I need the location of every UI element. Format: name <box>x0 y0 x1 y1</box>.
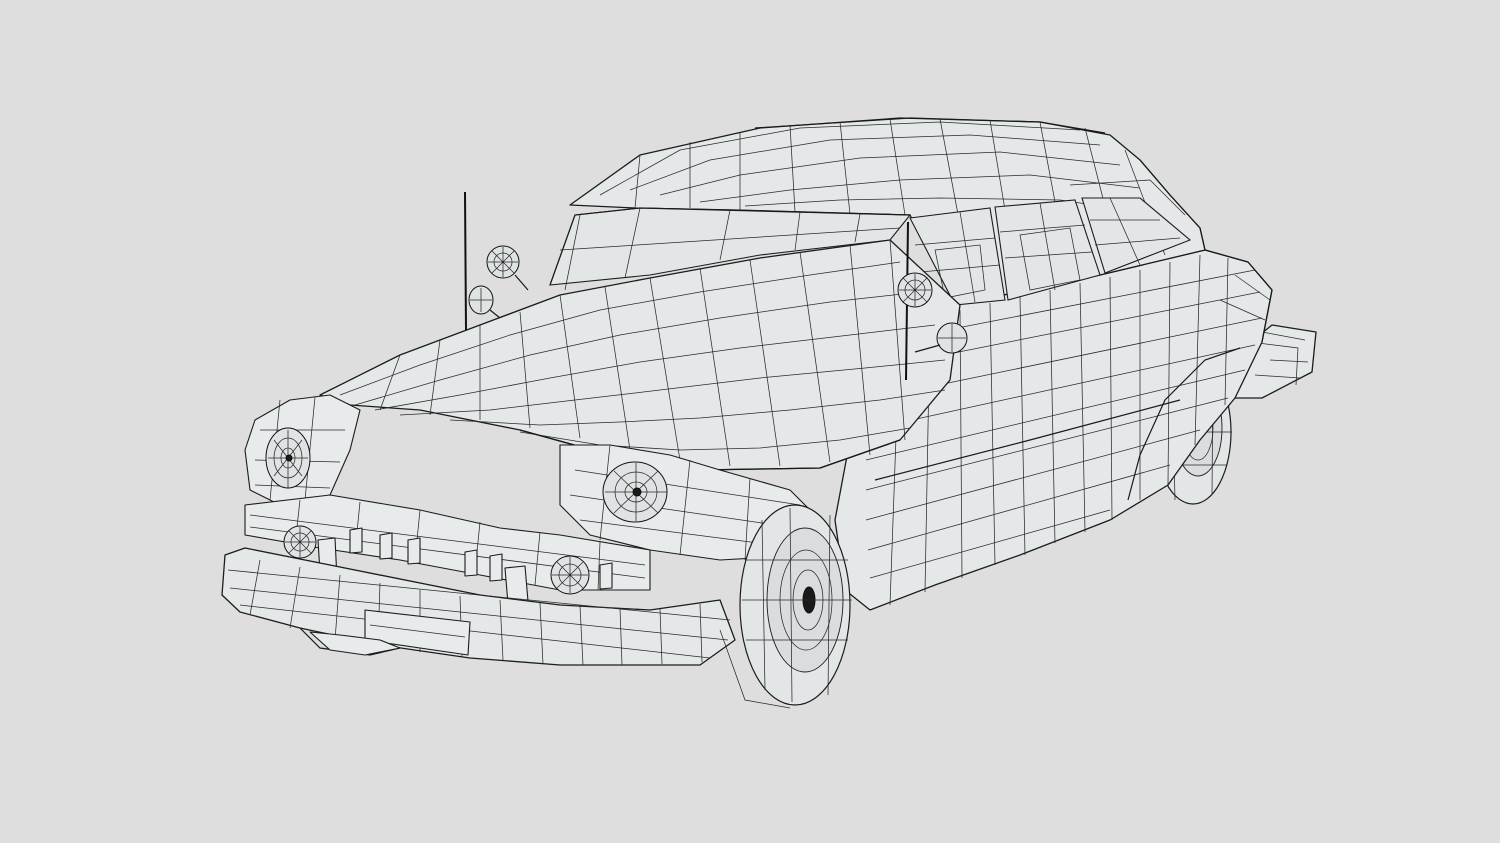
headlight-right <box>602 461 668 523</box>
spotlight-right <box>897 272 933 308</box>
viewport-canvas[interactable] <box>0 0 1500 843</box>
headlight-left <box>265 427 311 489</box>
fog-lamp-right <box>550 555 590 595</box>
antenna-left <box>464 191 467 331</box>
car-wireframe-model <box>221 117 1317 709</box>
spotlight-left <box>486 245 529 291</box>
mirror-left <box>468 285 501 319</box>
fog-lamp-left <box>283 525 317 559</box>
